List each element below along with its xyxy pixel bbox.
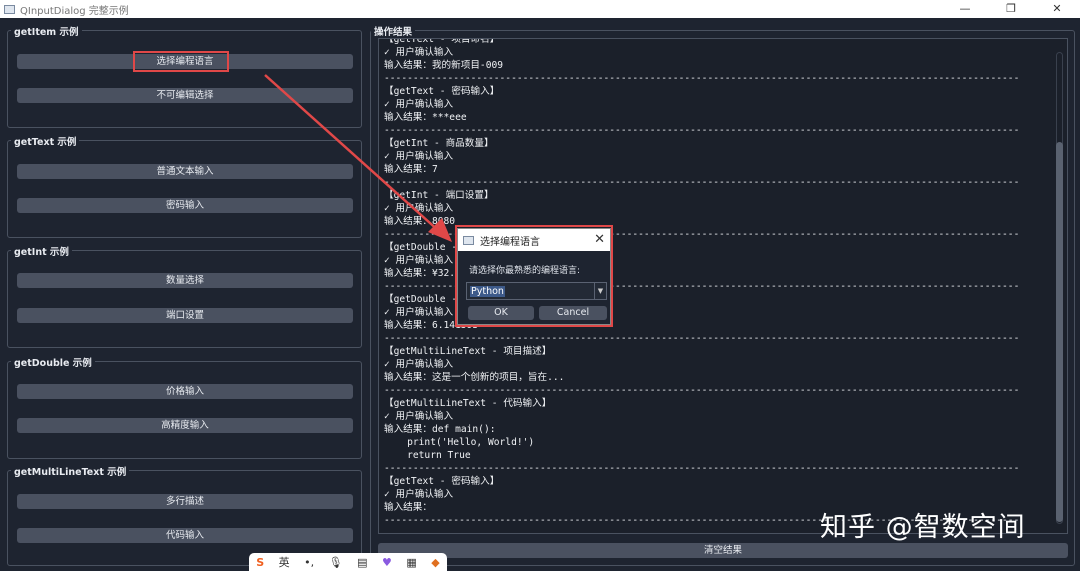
watermark: 知乎 @智数空间 [820, 512, 1026, 543]
ime-toolbar: S 英 •, 🎙 ▤ ♥ ▦ ◆ [249, 553, 447, 571]
skin-icon[interactable]: ♥ [382, 556, 392, 569]
sogou-logo-icon[interactable]: S [256, 556, 264, 569]
microphone-icon[interactable]: 🎙 [329, 556, 343, 569]
keyboard-icon[interactable]: ▤ [357, 556, 367, 569]
dialog-highlight-box [455, 225, 613, 327]
toolbox-icon[interactable]: ▦ [406, 556, 416, 569]
ime-language-toggle[interactable]: 英 [279, 554, 290, 570]
mascot-icon[interactable]: ◆ [431, 556, 439, 569]
punctuation-icon[interactable]: •, [304, 556, 314, 569]
